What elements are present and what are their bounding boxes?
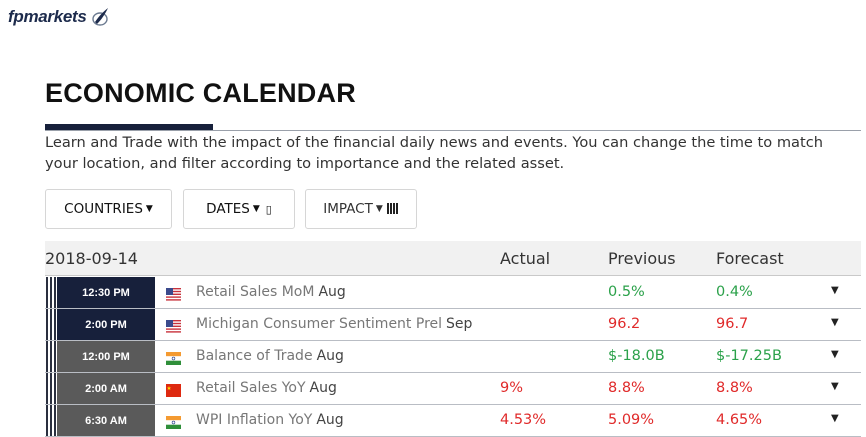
divider — [45, 130, 861, 131]
table-row[interactable]: 12:30 PM Retail Sales MoM Aug 0.5% 0.4% ▼ — [45, 277, 861, 309]
impact-bars-icon — [386, 201, 399, 217]
event-time: 6:30 AM — [57, 405, 155, 436]
calendar-icon: ▯ — [265, 202, 272, 216]
table-row[interactable]: 2:00 PM Michigan Consumer Sentiment Prel S… — [45, 309, 861, 341]
row-importance-stripe — [45, 341, 57, 372]
forecast-value: $-17.25B — [716, 348, 782, 364]
forecast-value: 0.4% — [716, 284, 753, 300]
expand-row-icon[interactable]: ▼ — [831, 317, 839, 328]
row-importance-stripe — [45, 373, 57, 404]
column-actual: Actual — [500, 249, 551, 268]
previous-value: 5.09% — [608, 412, 655, 428]
impact-filter-button[interactable]: IMPACT ▼ — [305, 189, 417, 229]
event-time: 12:00 PM — [57, 341, 155, 372]
event-period: Aug — [318, 284, 346, 300]
table-row[interactable]: 2:00 AM Retail Sales YoY Aug 9% 8.8% 8.8% ▼ — [45, 373, 861, 405]
row-importance-stripe — [45, 405, 57, 436]
event-title: Michigan Consumer Sentiment Prel — [196, 316, 443, 332]
event-time: 2:00 PM — [57, 309, 155, 340]
forecast-value: 8.8% — [716, 380, 753, 396]
brand-name: fpmarkets — [8, 7, 87, 26]
india-flag-icon — [166, 414, 181, 429]
event-period: Aug — [316, 412, 344, 428]
previous-value: 8.8% — [608, 380, 645, 396]
page-title: ECONOMIC CALENDAR — [45, 78, 356, 108]
event-time: 2:00 AM — [57, 373, 155, 404]
event-title: Balance of Trade — [196, 348, 313, 364]
event-period: Sep — [446, 316, 473, 332]
event-name: Michigan Consumer Sentiment Prel Sep — [196, 316, 472, 332]
table-row[interactable]: 6:30 AM WPI Inflation YoY Aug 4.53% 5.09% 4.6… — [45, 405, 861, 437]
event-title: Retail Sales MoM — [196, 284, 315, 300]
event-time: 12:30 PM — [57, 277, 155, 308]
actual-value: 9% — [500, 380, 524, 396]
india-flag-icon — [166, 350, 181, 365]
event-title: Retail Sales YoY — [196, 380, 306, 396]
event-name: Balance of Trade Aug — [196, 348, 344, 364]
caret-down-icon: ▼ — [145, 204, 153, 214]
previous-value: $-18.0B — [608, 348, 665, 364]
event-title: WPI Inflation YoY — [196, 412, 313, 428]
table-date: 2018-09-14 — [45, 249, 138, 268]
fpmarkets-swoosh-icon — [91, 8, 108, 26]
countries-filter-button[interactable]: COUNTRIES ▼ — [45, 189, 172, 229]
dates-filter-button[interactable]: DATES ▼ ▯ — [183, 189, 295, 229]
countries-label: COUNTRIES — [64, 201, 143, 217]
event-period: Aug — [309, 380, 337, 396]
forecast-value: 96.7 — [716, 316, 749, 332]
table-header: 2018-09-14 Actual Previous Forecast — [45, 241, 861, 276]
expand-row-icon[interactable]: ▼ — [831, 381, 839, 392]
us-flag-icon — [166, 286, 181, 301]
row-importance-stripe — [45, 309, 57, 340]
event-period: Aug — [316, 348, 344, 364]
caret-down-icon: ▼ — [252, 204, 260, 214]
expand-row-icon[interactable]: ▼ — [831, 413, 839, 424]
caret-down-icon: ▼ — [375, 204, 383, 214]
intro-text: Learn and Trade with the impact of the f… — [45, 134, 823, 172]
us-flag-icon — [166, 318, 181, 333]
row-importance-stripe — [45, 277, 57, 308]
china-flag-icon — [166, 382, 181, 397]
table-row[interactable]: 12:00 PM Balance of Trade Aug $-18.0B $-17.2… — [45, 341, 861, 373]
previous-value: 96.2 — [608, 316, 641, 332]
event-name: Retail Sales MoM Aug — [196, 284, 346, 300]
brand-logo[interactable]: fpmarkets — [8, 6, 111, 28]
previous-value: 0.5% — [608, 284, 645, 300]
expand-row-icon[interactable]: ▼ — [831, 349, 839, 360]
event-name: Retail Sales YoY Aug — [196, 380, 337, 396]
forecast-value: 4.65% — [716, 412, 763, 428]
column-forecast: Forecast — [716, 249, 784, 268]
event-name: WPI Inflation YoY Aug — [196, 412, 344, 428]
column-previous: Previous — [608, 249, 676, 268]
dates-label: DATES — [206, 201, 250, 217]
impact-label: IMPACT — [323, 201, 373, 217]
expand-row-icon[interactable]: ▼ — [831, 285, 839, 296]
actual-value: 4.53% — [500, 412, 547, 428]
